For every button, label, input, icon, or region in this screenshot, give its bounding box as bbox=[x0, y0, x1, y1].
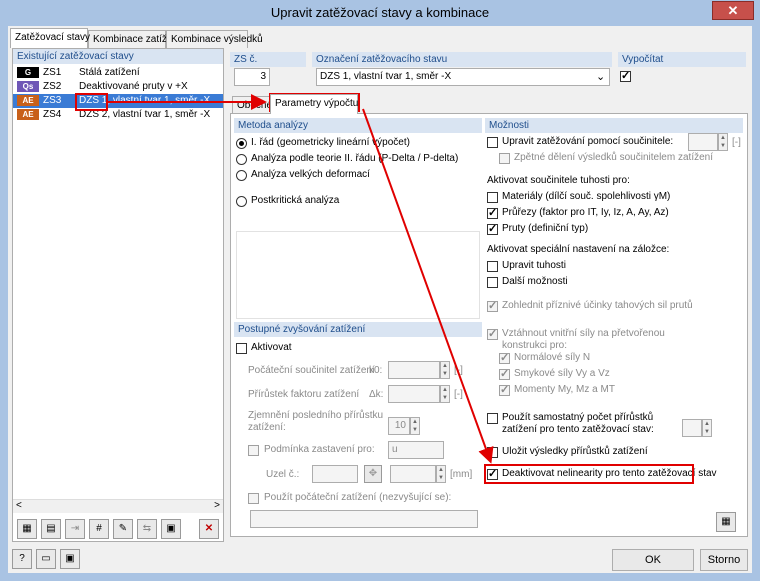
dialog-window: Upravit zatěžovací stavy a kombinace ✕ Z… bbox=[0, 0, 760, 581]
close-button[interactable]: ✕ bbox=[712, 1, 754, 20]
title-bar: Upravit zatěžovací stavy a kombinace ✕ bbox=[0, 0, 760, 24]
dialog-client: Zatěžovací stavy Kombinace zatížení Komb… bbox=[8, 26, 752, 573]
tab-calculation-parameters[interactable]: Parametry výpočtu bbox=[270, 94, 358, 114]
window-title: Upravit zatěžovací stavy a kombinace bbox=[270, 5, 490, 20]
tab-load-cases[interactable]: Zatěžovací stavy bbox=[10, 28, 90, 48]
annotation-arrows bbox=[108, 94, 494, 464]
arrow-to-checkbox bbox=[362, 108, 494, 464]
